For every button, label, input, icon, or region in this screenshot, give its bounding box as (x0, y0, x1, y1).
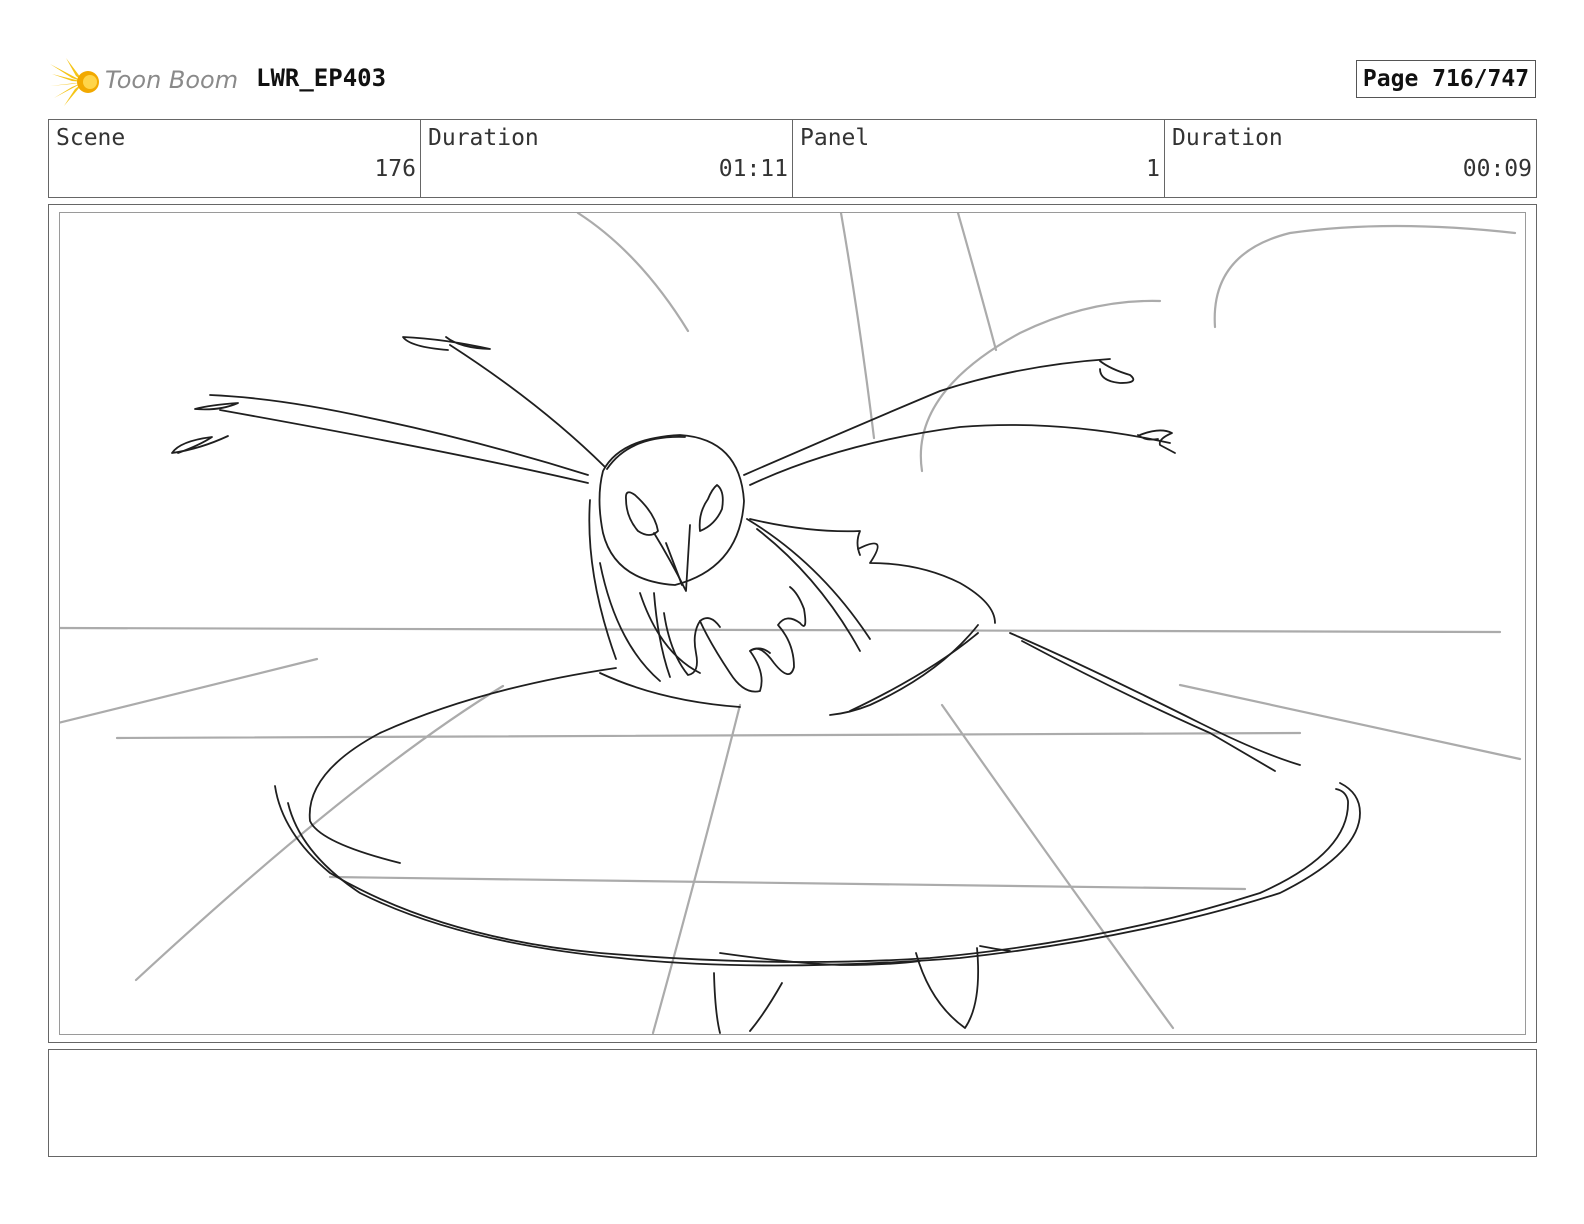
storyboard-sketch-image (60, 213, 1522, 1034)
scene-info-table: Scene 176 Duration 01:11 Panel 1 Duratio… (48, 119, 1537, 198)
page-indicator: Page 716/747 (1356, 60, 1536, 98)
panel-duration-value: 00:09 (1462, 156, 1532, 182)
panel-value: 1 (1146, 156, 1160, 182)
scene-cell: Scene 176 (49, 120, 421, 197)
storyboard-panel (48, 204, 1537, 1043)
scene-duration-value: 01:11 (718, 156, 788, 182)
panel-notes-box (48, 1049, 1537, 1157)
panel-image-area (59, 212, 1526, 1035)
construction-lines (60, 213, 1522, 1034)
scene-duration-label: Duration (428, 125, 539, 151)
scene-duration-cell: Duration 01:11 (421, 120, 793, 197)
project-title: LWR_EP403 (256, 64, 387, 92)
panel-cell: Panel 1 (793, 120, 1165, 197)
scene-label: Scene (56, 125, 126, 151)
panel-duration-cell: Duration 00:09 (1165, 120, 1536, 197)
panel-duration-label: Duration (1172, 125, 1283, 151)
brand-name: Toon Boom (105, 66, 239, 94)
panel-label: Panel (800, 125, 870, 151)
scene-value: 176 (374, 156, 416, 182)
